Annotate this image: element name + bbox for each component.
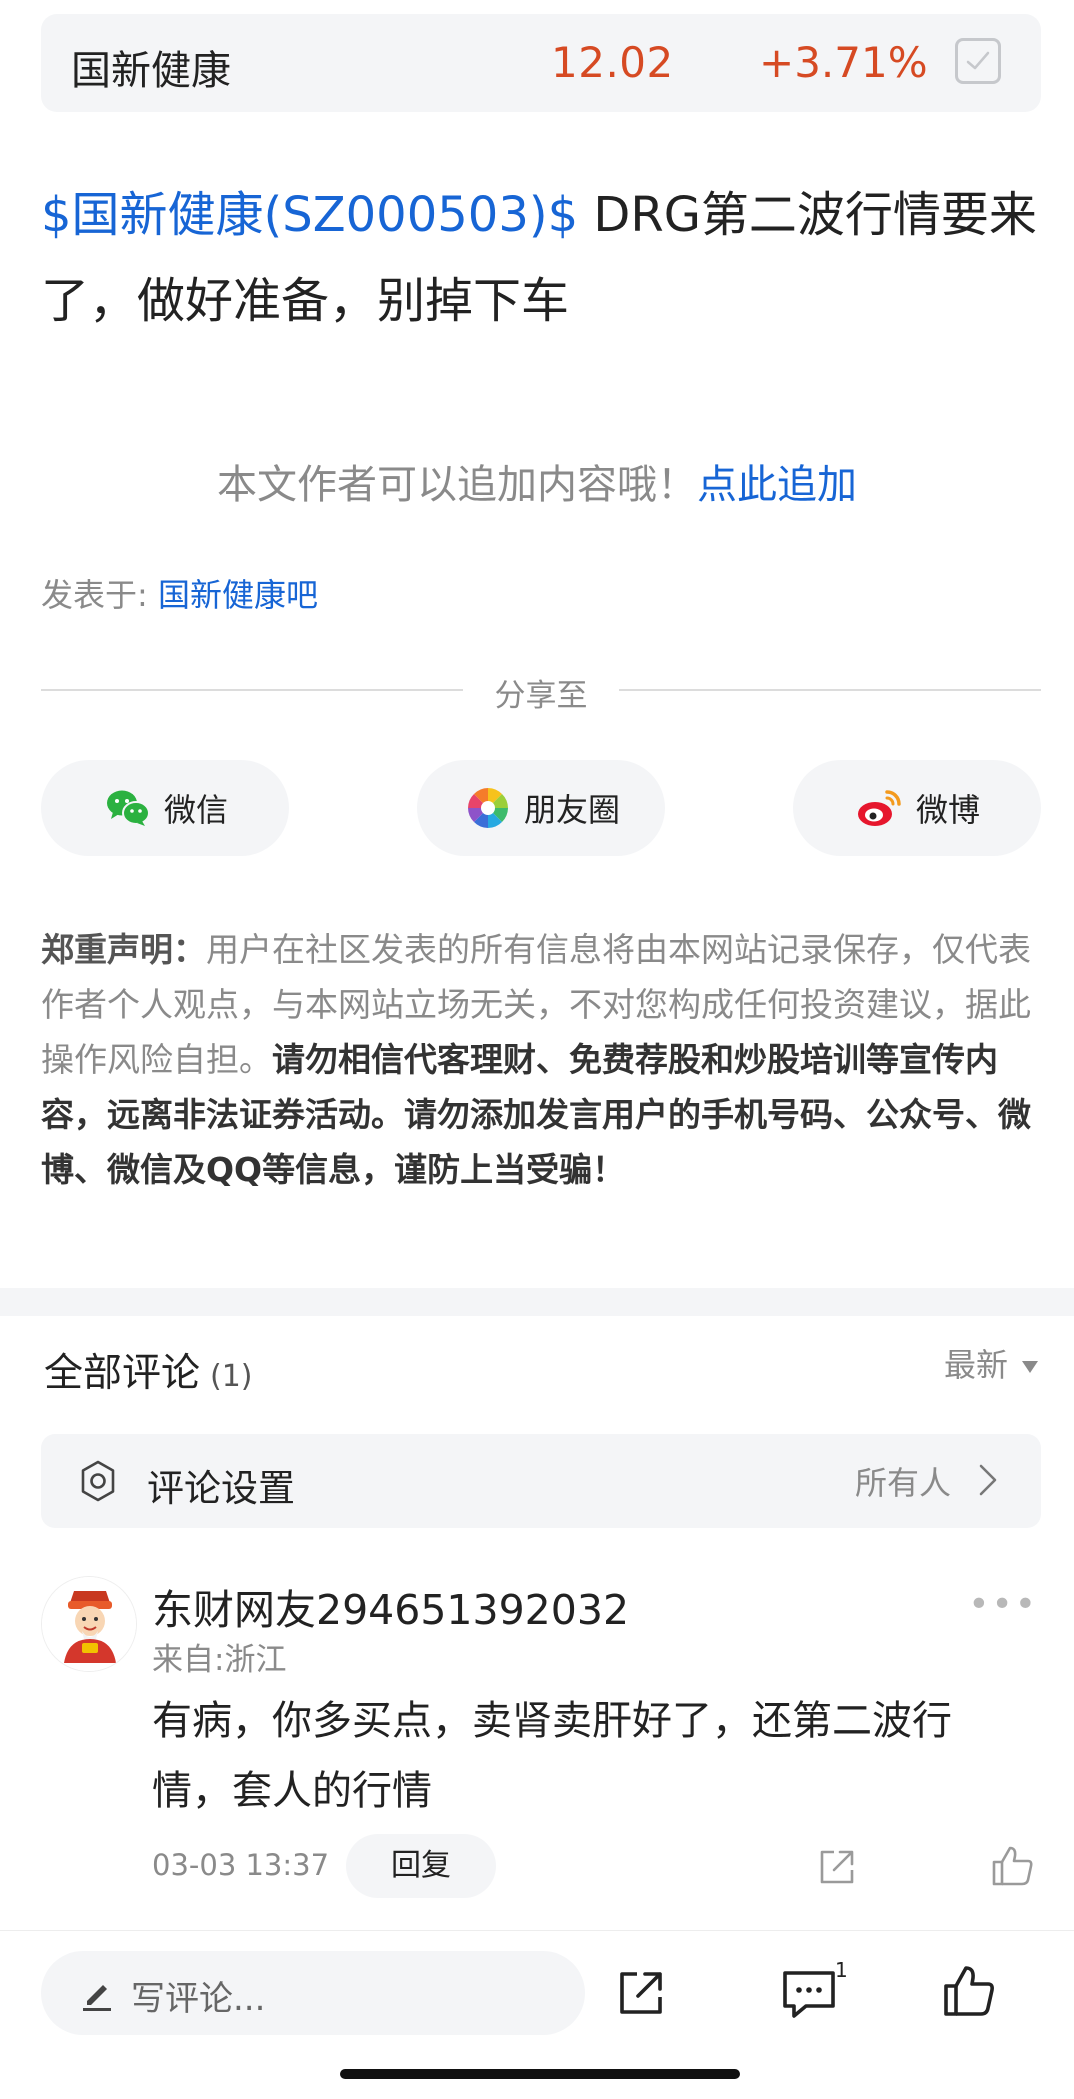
disclaimer-lead: 郑重声明： [41,930,206,969]
share-weibo-label: 微博 [915,791,980,829]
more-options-icon[interactable]: ••• [968,1584,1038,1625]
posted-in: 发表于: 国新健康吧 [41,570,318,616]
divider-line-right [619,689,1041,691]
stock-name: 国新健康 [71,48,231,94]
stock-price: 12.02 [551,38,674,87]
share-wechat-button[interactable]: 微信 [41,760,289,856]
append-hint-text: 本文作者可以追加内容哦！ [217,462,697,508]
sort-dropdown[interactable]: 最新 [944,1340,1038,1386]
share-wechat-label: 微信 [163,791,228,829]
posted-in-label: 发表于: [41,576,158,614]
write-comment-input[interactable]: 写评论... [41,1951,585,2035]
comment-text: 有病，你多买点，卖肾卖肝好了，还第二波行情，套人的行情 [152,1698,952,1814]
share-title: 分享至 [494,678,588,714]
share-moments-label: 朋友圈 [523,791,620,829]
append-hint: 本文作者可以追加内容哦！点此追加 [0,452,1074,510]
stock-quote-bar[interactable]: 国新健康 12.02 +3.71% [41,14,1041,112]
share-icon[interactable] [814,1844,860,1890]
moments-icon [467,788,508,828]
share-divider: 分享至 [41,670,1041,714]
stock-bar-link[interactable]: 国新健康吧 [158,576,318,614]
share-moments-button[interactable]: 朋友圈 [417,760,665,856]
comment-count-badge: 1 [835,1958,848,1982]
comment-username[interactable]: 东财网友294651392032 [152,1576,629,1636]
bottom-bar-divider [0,1930,1074,1931]
avatar-image [42,1577,136,1671]
pencil-icon [83,1985,111,2011]
append-link[interactable]: 点此追加 [697,462,857,508]
share-icon[interactable] [614,1966,668,2020]
sort-label: 最新 [943,1346,1008,1384]
reply-button[interactable]: 回复 [346,1834,496,1898]
comment-location: 来自:浙江 [152,1642,287,1678]
watchlist-checkbox[interactable] [955,38,1001,84]
check-icon [966,51,990,70]
chevron-right-icon [979,1464,997,1496]
comment-icon[interactable] [780,1968,838,2020]
caret-down-icon [1022,1361,1038,1373]
comment-settings-row[interactable]: 评论设置 所有人 [41,1434,1041,1528]
thumbs-up-icon[interactable] [988,1842,1036,1890]
stock-tag-link[interactable]: $国新健康(SZ000503)$ [41,187,578,243]
comment-timestamp: 03-03 13:37 [152,1848,330,1882]
wechat-icon [106,790,150,826]
weibo-icon [857,790,901,826]
stock-change: +3.71% [759,38,928,87]
share-weibo-button[interactable]: 微博 [793,760,1041,856]
avatar[interactable] [41,1576,137,1672]
write-comment-placeholder: 写评论... [131,1979,266,2019]
section-separator [0,1288,1074,1316]
comments-title-text: 全部评论 [44,1351,201,1396]
comments-count: (1) [210,1359,253,1394]
gear-icon [81,1460,115,1502]
post-content: $国新健康(SZ000503)$ DRG第二波行情要来了，做好准备，别掉下车 [41,172,1041,344]
thumbs-up-icon[interactable] [940,1962,998,2020]
home-indicator [340,2069,740,2079]
comment-settings-value: 所有人 [854,1464,951,1502]
disclaimer: 郑重声明：用户在社区发表的所有信息将由本网站记录保存，仅代表作者个人观点，与本网… [41,922,1041,1197]
comments-title: 全部评论 (1) [44,1342,253,1398]
comment-settings-label: 评论设置 [147,1467,295,1510]
